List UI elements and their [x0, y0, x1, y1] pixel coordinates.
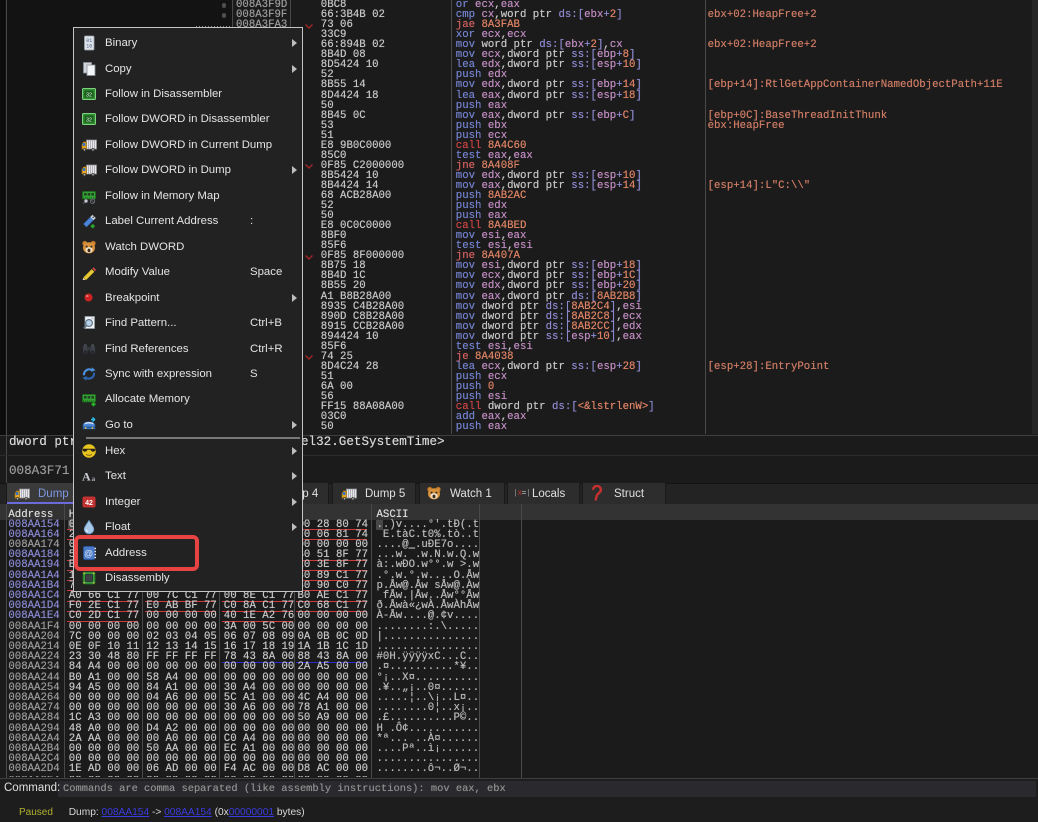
svg-text:A: A [82, 470, 91, 484]
svg-text:a: a [92, 474, 96, 483]
svg-text:42: 42 [85, 500, 93, 507]
svg-text:32: 32 [86, 118, 92, 124]
svg-text:10: 10 [86, 44, 92, 50]
svg-text:32: 32 [86, 92, 92, 98]
